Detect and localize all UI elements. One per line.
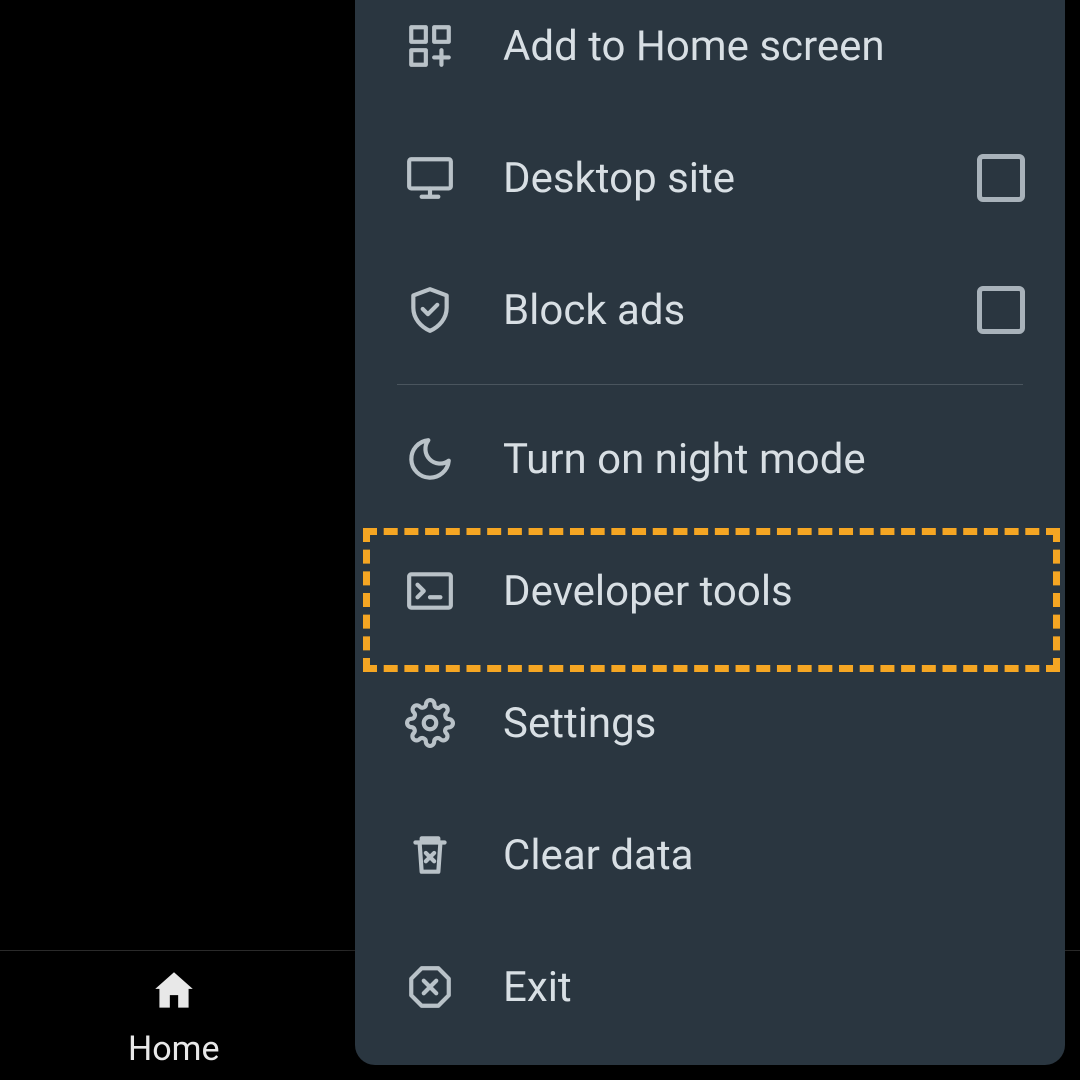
menu-item-add-home[interactable]: Add to Home screen [355, 0, 1065, 112]
menu-item-label: Settings [503, 699, 656, 748]
moon-icon [405, 434, 455, 484]
menu-item-desktop-site[interactable]: Desktop site [355, 112, 1065, 244]
menu-item-label: Add to Home screen [503, 22, 885, 71]
menu-item-block-ads[interactable]: Block ads [355, 244, 1065, 376]
monitor-icon [405, 153, 455, 203]
menu-item-label: Clear data [503, 831, 693, 880]
shield-check-icon [405, 285, 455, 335]
menu-divider [397, 384, 1023, 385]
add-home-icon [405, 21, 455, 71]
home-icon [149, 966, 199, 1025]
menu-item-label: Developer tools [503, 567, 793, 616]
menu-item-clear-data[interactable]: Clear data [355, 789, 1065, 921]
exit-icon [405, 962, 455, 1012]
menu-item-settings[interactable]: Settings [355, 657, 1065, 789]
overflow-menu: Add to Home screen Desktop site Block ad… [355, 0, 1065, 1065]
menu-item-label: Turn on night mode [503, 435, 866, 484]
gear-icon [405, 698, 455, 748]
home-tab-label: Home [128, 1029, 220, 1069]
desktop-site-checkbox[interactable] [977, 154, 1025, 202]
terminal-icon [405, 566, 455, 616]
menu-item-night-mode[interactable]: Turn on night mode [355, 393, 1065, 525]
menu-item-label: Exit [503, 963, 572, 1012]
home-tab[interactable]: Home [128, 962, 220, 1069]
menu-item-exit[interactable]: Exit [355, 921, 1065, 1053]
menu-item-developer-tools[interactable]: Developer tools [355, 525, 1065, 657]
block-ads-checkbox[interactable] [977, 286, 1025, 334]
trash-icon [405, 830, 455, 880]
menu-item-label: Desktop site [503, 154, 735, 203]
menu-item-label: Block ads [503, 286, 685, 335]
